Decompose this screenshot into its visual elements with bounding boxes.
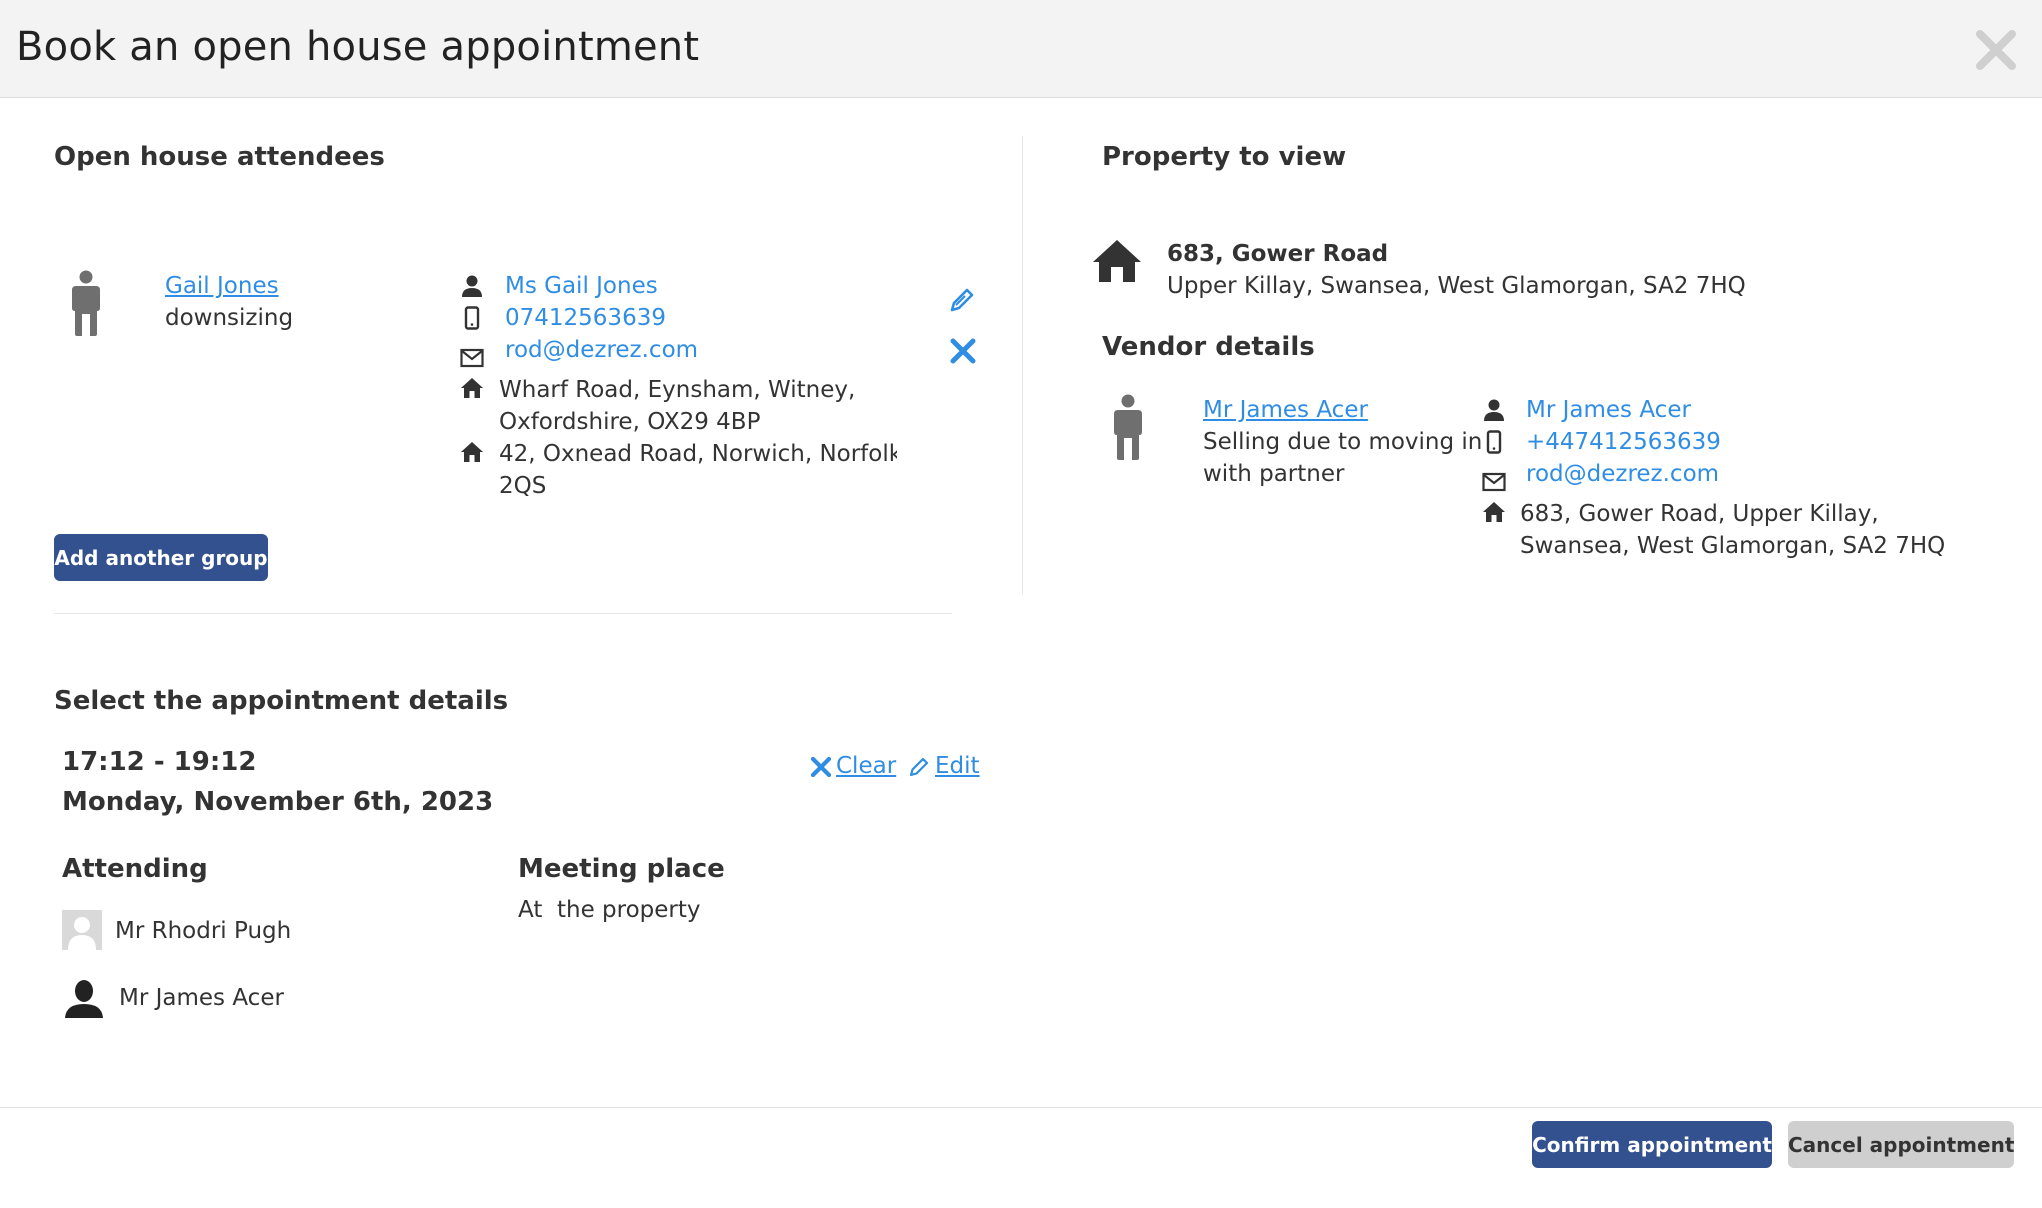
- user-icon: [460, 274, 484, 298]
- vendor-contact-name[interactable]: Mr James Acer: [1526, 394, 1691, 426]
- person-figure-icon: [1112, 394, 1144, 460]
- clear-x-icon[interactable]: [810, 756, 832, 778]
- attending-person-2: Mr James Acer: [119, 985, 284, 1011]
- home-icon: [1482, 500, 1506, 524]
- attendees-divider: [54, 613, 952, 614]
- person-figure-icon: [70, 270, 102, 336]
- vendor-note-line1: Selling due to moving in: [1203, 429, 1483, 455]
- vendor-note-line2: with partner: [1203, 461, 1345, 487]
- home-icon: [460, 376, 484, 400]
- clear-link[interactable]: Clear: [836, 750, 896, 782]
- vendor-address-line1: 683, Gower Road, Upper Killay,: [1520, 501, 1879, 527]
- mobile-phone-icon: [1482, 430, 1506, 454]
- vendor-name-link[interactable]: Mr James Acer: [1203, 394, 1368, 426]
- property-address-title: 683, Gower Road: [1167, 241, 1389, 267]
- attendee-email-link[interactable]: rod@dezrez.com: [505, 334, 698, 366]
- column-divider: [1022, 136, 1023, 594]
- envelope-icon: [1482, 470, 1506, 494]
- pencil-icon[interactable]: [908, 756, 930, 778]
- attending-person-1: Mr Rhodri Pugh: [115, 918, 292, 944]
- appointment-heading: Select the appointment details: [54, 686, 509, 716]
- house-icon: [1092, 238, 1142, 284]
- edit-link[interactable]: Edit: [935, 750, 980, 782]
- vendor-email-link[interactable]: rod@dezrez.com: [1526, 458, 1719, 490]
- cancel-appointment-button[interactable]: Cancel appointment: [1788, 1121, 2014, 1168]
- avatar: [64, 978, 104, 1018]
- vendor-address-line2: Swansea, West Glamorgan, SA2 7HQ: [1520, 533, 1946, 559]
- add-another-group-button[interactable]: Add another group: [54, 534, 268, 581]
- attendee-address-1-line2: Oxfordshire, OX29 4BP: [499, 409, 761, 435]
- close-icon[interactable]: [1972, 26, 2020, 74]
- attendee-address-1-line1: Wharf Road, Eynsham, Witney,: [499, 377, 856, 403]
- appointment-date: Monday, November 6th, 2023: [62, 787, 494, 817]
- property-heading: Property to view: [1102, 142, 1347, 172]
- attendees-heading: Open house attendees: [54, 142, 385, 172]
- mobile-phone-icon: [460, 306, 484, 330]
- remove-x-icon[interactable]: [950, 338, 976, 364]
- home-icon: [460, 440, 484, 464]
- pencil-icon[interactable]: [948, 286, 976, 314]
- dialog-title: Book an open house appointment: [16, 24, 700, 70]
- vendor-heading: Vendor details: [1102, 332, 1315, 362]
- attendee-address-2-line1: 42, Oxnead Road, Norwich, Norfolk, NR3: [499, 441, 897, 467]
- envelope-icon: [460, 346, 484, 370]
- meeting-place-heading: Meeting place: [518, 854, 725, 884]
- meeting-place-value: At the property: [518, 897, 701, 923]
- attendee-phone-link[interactable]: 07412563639: [505, 302, 666, 334]
- attendee-group-name-link[interactable]: Gail Jones: [165, 270, 279, 302]
- avatar: [62, 910, 102, 950]
- vendor-phone-link[interactable]: +447412563639: [1526, 426, 1721, 458]
- attendee-contact-name[interactable]: Ms Gail Jones: [505, 270, 658, 302]
- attendee-group-reason: downsizing: [165, 305, 294, 331]
- footer-divider: [0, 1107, 2042, 1108]
- property-address-sub: Upper Killay, Swansea, West Glamorgan, S…: [1167, 273, 1746, 299]
- attendee-address-2-line2: 2QS: [499, 473, 547, 499]
- user-icon: [1482, 398, 1506, 422]
- attending-heading: Attending: [62, 854, 208, 884]
- confirm-appointment-button[interactable]: Confirm appointment: [1532, 1121, 1772, 1168]
- appointment-time: 17:12 - 19:12: [62, 747, 257, 777]
